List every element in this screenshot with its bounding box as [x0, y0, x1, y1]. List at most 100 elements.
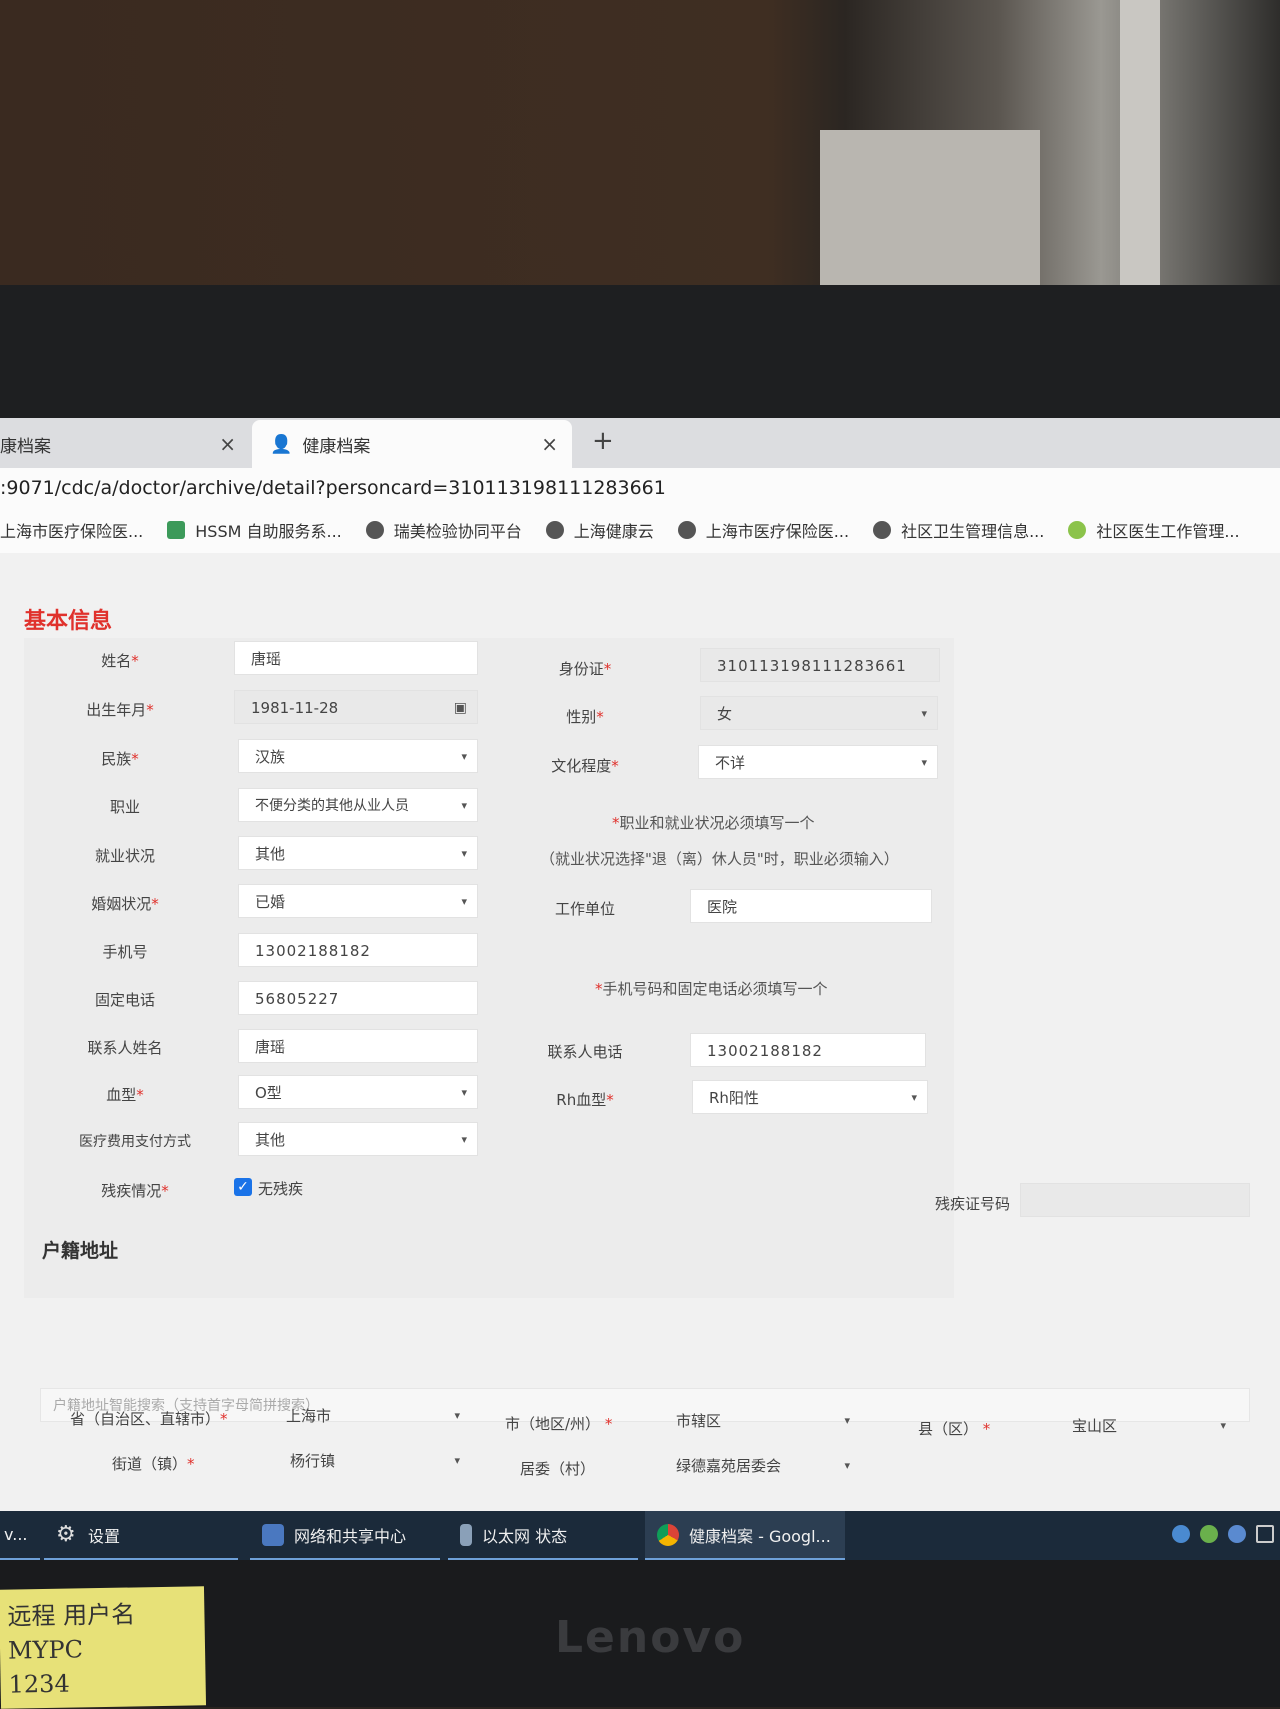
landline-label: 固定电话 — [94, 991, 155, 1009]
street-label: 街道（镇）* — [112, 1455, 195, 1473]
province-select[interactable]: 上海市 ▾ — [270, 1399, 470, 1433]
rh-select[interactable]: Rh阳性 ▾ — [692, 1080, 928, 1114]
bookmark-item[interactable]: HSSM 自助服务系... — [167, 518, 342, 542]
calendar-icon[interactable]: ▣ — [454, 691, 467, 725]
education-value: 不详 — [715, 754, 746, 772]
occupation-select[interactable]: 不便分类的其他从业人员 ▾ — [238, 788, 478, 822]
birth-date-input[interactable]: 1981-11-28 ▣ — [234, 690, 478, 724]
bookmark-item[interactable]: 上海市医疗保险医... — [0, 518, 143, 542]
close-icon[interactable]: × — [541, 432, 558, 456]
city-select[interactable]: 市辖区 ▾ — [660, 1404, 860, 1438]
person-icon: 👤 — [270, 433, 293, 455]
workplace-input[interactable]: 医院 — [690, 889, 932, 923]
education-label: 文化程度* — [551, 757, 619, 775]
taskbar-item-chrome[interactable]: 健康档案 - Googl... — [645, 1511, 845, 1561]
globe-icon — [677, 521, 696, 539]
windows-taskbar: v... ⚙ 设置 网络和共享中心 以太网 状态 健康档案 - Googl... — [0, 1511, 1280, 1563]
employment-label: 就业状况 — [94, 847, 155, 865]
monitor-screen: 康档案 × 👤 健康档案 × + :9071/cdc/a/doctor/arch… — [0, 418, 1280, 1563]
county-select[interactable]: 宝山区 ▾ — [1056, 1409, 1236, 1443]
landline-input[interactable]: 56805227 — [238, 981, 478, 1015]
hssm-icon — [167, 521, 186, 539]
committee-select[interactable]: 绿德嘉苑居委会 ▾ — [660, 1449, 860, 1483]
chevron-down-icon: ▾ — [461, 847, 467, 860]
taskbar-item-network[interactable]: 网络和共享中心 — [250, 1511, 440, 1561]
sync-icon[interactable] — [1228, 1525, 1246, 1543]
globe-icon — [365, 521, 384, 539]
bookmark-item[interactable]: 上海健康云 — [545, 518, 654, 542]
chevron-down-icon: ▾ — [461, 895, 467, 908]
payment-select[interactable]: 其他 ▾ — [238, 1122, 478, 1156]
disability-number-input[interactable] — [1020, 1183, 1250, 1217]
background-doorframe — [1120, 0, 1160, 300]
contact-phone-label: 联系人电话 — [547, 1043, 623, 1061]
bookmark-label: HSSM 自助服务系... — [195, 522, 342, 541]
address-bar[interactable]: :9071/cdc/a/doctor/archive/detail?person… — [0, 468, 1280, 508]
blood-type-select[interactable]: O型 ▾ — [238, 1075, 478, 1109]
phone-hint: *手机号码和固定电话必须填写一个 — [595, 980, 828, 998]
occupation-value: 不便分类的其他从业人员 — [255, 798, 409, 814]
bookmark-label: 瑞美检验协同平台 — [393, 522, 522, 541]
tab-health-archive-2[interactable]: 👤 健康档案 × — [252, 420, 572, 468]
marital-value: 已婚 — [255, 893, 286, 911]
city-label: 市（地区/州） * — [505, 1415, 613, 1433]
chevron-down-icon: ▾ — [461, 1133, 467, 1146]
ethnicity-value: 汉族 — [255, 748, 286, 766]
county-label: 县（区） * — [918, 1420, 991, 1438]
gender-label: 性别* — [566, 708, 604, 726]
chevron-down-icon: ▾ — [1220, 1419, 1226, 1432]
education-select[interactable]: 不详 ▾ — [698, 745, 938, 779]
contact-name-input[interactable]: 唐瑶 — [238, 1029, 478, 1063]
contact-phone-input[interactable]: 13002188182 — [690, 1033, 926, 1067]
tab-label: 健康档案 — [302, 436, 371, 457]
occupation-hint: *职业和就业状况必须填写一个 — [612, 814, 815, 832]
background-shelf — [820, 130, 1040, 300]
chevron-down-icon: ▾ — [911, 1091, 917, 1104]
page-content: 基本信息 姓名* 唐瑶 身份证* 310113198111283661 出生年月… — [0, 553, 1280, 1563]
employment-select[interactable]: 其他 ▾ — [238, 836, 478, 870]
marital-select[interactable]: 已婚 ▾ — [238, 884, 478, 918]
url-text: :9071/cdc/a/doctor/archive/detail?person… — [0, 477, 666, 499]
bookmark-item[interactable]: 社区卫生管理信息... — [873, 518, 1044, 542]
mobile-label: 手机号 — [102, 943, 148, 961]
no-disability-checkbox[interactable]: ✓ — [234, 1178, 252, 1196]
gender-value: 女 — [717, 705, 733, 723]
bookmark-item[interactable]: 社区医生工作管理... — [1068, 518, 1240, 542]
taskbar-item-settings[interactable]: ⚙ 设置 — [44, 1511, 238, 1561]
globe-icon — [873, 521, 892, 539]
chrome-icon — [657, 1523, 679, 1546]
close-icon[interactable]: × — [219, 432, 236, 456]
network-icon — [262, 1523, 284, 1546]
street-select[interactable]: 杨行镇 ▾ — [274, 1444, 470, 1478]
bookmark-label: 上海市医疗保险医... — [705, 522, 850, 541]
blood-type-label: 血型* — [106, 1086, 144, 1104]
shield-icon[interactable] — [1172, 1525, 1190, 1543]
bookmarks-bar: 上海市医疗保险医... HSSM 自助服务系... 瑞美检验协同平台 上海健康云… — [0, 510, 1280, 550]
taskbar-item[interactable]: v... — [0, 1511, 40, 1561]
name-input[interactable]: 唐瑶 — [234, 641, 478, 675]
window-icon[interactable] — [1256, 1525, 1274, 1543]
payment-label: 医疗费用支付方式 — [79, 1134, 191, 1150]
id-card-input[interactable]: 310113198111283661 — [700, 648, 940, 682]
bookmark-item[interactable]: 上海市医疗保险医... — [677, 518, 850, 542]
app-tray-icon[interactable] — [1200, 1525, 1218, 1543]
ethernet-icon — [460, 1523, 472, 1546]
chevron-down-icon: ▾ — [454, 1454, 460, 1467]
disability-label: 残疾情况* — [101, 1182, 169, 1200]
tab-health-archive-1[interactable]: 康档案 × — [0, 420, 250, 468]
disability-number-label: 残疾证号码 — [935, 1195, 1011, 1213]
taskbar-item-ethernet[interactable]: 以太网 状态 — [448, 1511, 638, 1561]
birth-label: 出生年月* — [86, 701, 154, 719]
ethnicity-select[interactable]: 汉族 ▾ — [238, 739, 478, 773]
chevron-down-icon: ▾ — [844, 1459, 850, 1472]
birth-value: 1981-11-28 — [251, 699, 339, 717]
mobile-input[interactable]: 13002188182 — [238, 933, 478, 967]
bookmark-item[interactable]: 瑞美检验协同平台 — [365, 518, 522, 542]
gender-select[interactable]: 女 ▾ — [700, 696, 938, 730]
taskbar-label: v... — [4, 1525, 28, 1544]
rh-value: Rh阳性 — [709, 1089, 759, 1107]
new-tab-button[interactable]: + — [592, 426, 614, 456]
taskbar-label: 以太网 状态 — [482, 1526, 568, 1546]
bookmark-label: 社区卫生管理信息... — [901, 522, 1045, 541]
section-title-household-address: 户籍地址 — [42, 1240, 119, 1262]
